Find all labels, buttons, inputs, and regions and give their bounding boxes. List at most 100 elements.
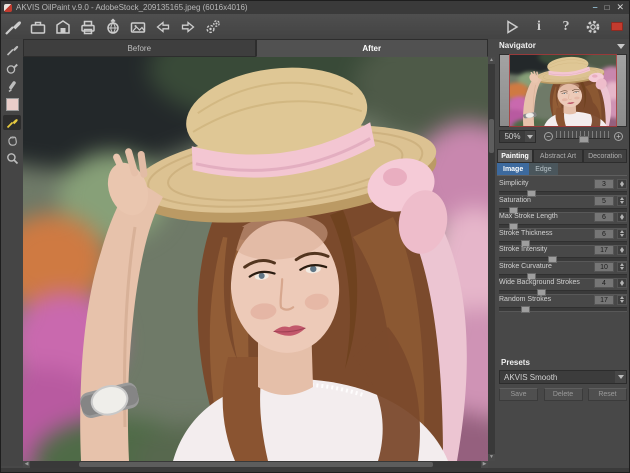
parameter-list: Simplicity 3 Saturation 5 Max Stroke Length 6… bbox=[499, 179, 627, 311]
open-image-button[interactable] bbox=[29, 18, 47, 36]
param-label-wide-background-strokes: Wide Background Strokes bbox=[499, 279, 580, 286]
tab-after[interactable]: After bbox=[256, 39, 489, 57]
param-label-stroke-curvature: Stroke Curvature bbox=[499, 263, 552, 270]
horizontal-scrollbar[interactable]: ◀ ▶ bbox=[23, 461, 488, 468]
swatch-color bbox=[6, 98, 19, 111]
view-tab-bar: Before After bbox=[23, 39, 488, 57]
blur-tool-icon[interactable] bbox=[3, 79, 21, 94]
quick-preview-icon[interactable] bbox=[3, 43, 21, 58]
param-spinner-stroke-curvature[interactable] bbox=[617, 262, 627, 272]
smudge-tool-icon[interactable] bbox=[3, 115, 21, 130]
vertical-scroll-thumb[interactable] bbox=[489, 119, 494, 153]
param-spinner-wide-background-strokes[interactable] bbox=[617, 278, 627, 288]
preset-select[interactable]: AKVIS Smooth bbox=[499, 370, 627, 384]
reset-preset-button[interactable]: Reset bbox=[588, 388, 627, 401]
window-title: AKVIS OilPaint v.9.0 - AdobeStock_209135… bbox=[16, 3, 248, 12]
param-spinner-max-stroke-length[interactable] bbox=[617, 212, 627, 222]
title-bar[interactable]: AKVIS OilPaint v.9.0 - AdobeStock_209135… bbox=[1, 1, 629, 14]
undo-icon[interactable] bbox=[154, 18, 172, 36]
param-value-wide-background-strokes[interactable]: 4 bbox=[594, 278, 614, 288]
param-value-random-strokes[interactable]: 17 bbox=[594, 295, 614, 305]
param-row-stroke-curvature: Stroke Curvature 10 bbox=[499, 262, 627, 279]
chevron-down-icon[interactable] bbox=[617, 44, 625, 49]
scroll-left-arrow[interactable]: ◀ bbox=[23, 461, 30, 468]
param-label-random-strokes: Random Strokes bbox=[499, 296, 551, 303]
zoom-select[interactable]: 50% bbox=[499, 130, 536, 143]
navigator-header[interactable]: Navigator bbox=[499, 41, 627, 53]
param-label-stroke-intensity: Stroke Intensity bbox=[499, 246, 547, 253]
zoom-tool-icon[interactable] bbox=[3, 151, 21, 166]
preset-selected-value: AKVIS Smooth bbox=[500, 373, 615, 382]
scroll-up-arrow[interactable]: ▲ bbox=[488, 57, 495, 64]
zoom-dropdown-arrow[interactable] bbox=[525, 131, 535, 142]
batch-processing-icon[interactable] bbox=[204, 18, 222, 36]
run-button[interactable] bbox=[503, 18, 521, 36]
help-button[interactable]: ? bbox=[557, 18, 575, 36]
param-row-simplicity: Simplicity 3 bbox=[499, 179, 627, 196]
param-label-max-stroke-length: Max Stroke Length bbox=[499, 213, 558, 220]
preferences-gear-icon[interactable] bbox=[584, 18, 602, 36]
app-window: AKVIS OilPaint v.9.0 - AdobeStock_209135… bbox=[0, 0, 630, 473]
param-slider-random-strokes[interactable] bbox=[499, 307, 627, 312]
param-value-stroke-curvature[interactable]: 10 bbox=[594, 262, 614, 272]
preset-dropdown-arrow[interactable] bbox=[615, 371, 626, 383]
tab-abstract-art[interactable]: Abstract Art bbox=[533, 149, 583, 163]
oil-painting-portrait bbox=[510, 55, 616, 126]
param-label-simplicity: Simplicity bbox=[499, 180, 529, 187]
tab-decoration[interactable]: Decoration bbox=[583, 149, 627, 163]
zoom-out-button[interactable]: − bbox=[544, 132, 553, 141]
param-row-random-strokes: Random Strokes 17 bbox=[499, 295, 627, 312]
param-row-stroke-intensity: Stroke Intensity 17 bbox=[499, 245, 627, 262]
param-value-max-stroke-length[interactable]: 6 bbox=[594, 212, 614, 222]
param-label-saturation: Saturation bbox=[499, 197, 531, 204]
tool-panel bbox=[1, 39, 23, 466]
param-row-stroke-thickness: Stroke Thickness 6 bbox=[499, 229, 627, 246]
param-row-saturation: Saturation 5 bbox=[499, 196, 627, 213]
param-value-stroke-thickness[interactable]: 6 bbox=[594, 229, 614, 239]
param-value-simplicity[interactable]: 3 bbox=[594, 179, 614, 189]
window-bottom-edge bbox=[1, 468, 629, 473]
info-button[interactable]: i bbox=[530, 18, 548, 36]
horizontal-scroll-thumb[interactable] bbox=[79, 462, 433, 467]
close-button[interactable]: ✕ bbox=[616, 3, 624, 12]
print-button[interactable] bbox=[79, 18, 97, 36]
image-canvas[interactable] bbox=[23, 57, 488, 461]
tab-before[interactable]: Before bbox=[23, 39, 256, 57]
hand-tool-icon[interactable] bbox=[3, 133, 21, 148]
navigator-preview-image[interactable] bbox=[510, 55, 616, 126]
oilpaint-brush-logo-icon bbox=[4, 18, 22, 36]
app-icon bbox=[4, 4, 12, 12]
param-value-stroke-intensity[interactable]: 17 bbox=[594, 245, 614, 255]
history-brush-icon[interactable] bbox=[3, 61, 21, 76]
param-spinner-stroke-intensity[interactable] bbox=[617, 245, 627, 255]
save-image-button[interactable] bbox=[54, 18, 72, 36]
param-spinner-saturation[interactable] bbox=[617, 196, 627, 206]
param-row-wide-background-strokes: Wide Background Strokes 4 bbox=[499, 278, 627, 295]
zoom-slider-thumb[interactable] bbox=[579, 136, 589, 143]
param-label-stroke-thickness: Stroke Thickness bbox=[499, 230, 553, 237]
scroll-right-arrow[interactable]: ▶ bbox=[481, 461, 488, 468]
scroll-down-arrow[interactable]: ▼ bbox=[488, 454, 495, 461]
param-spinner-random-strokes[interactable] bbox=[617, 295, 627, 305]
navigator-title: Navigator bbox=[499, 41, 536, 50]
akvis-logo-icon[interactable] bbox=[611, 22, 623, 31]
vertical-scrollbar[interactable]: ▲ ▼ bbox=[488, 57, 495, 461]
subtab-image[interactable]: Image bbox=[497, 163, 529, 175]
navigator-thumbnail[interactable] bbox=[499, 54, 627, 127]
minimize-button[interactable]: – bbox=[593, 3, 598, 12]
redo-icon[interactable] bbox=[179, 18, 197, 36]
param-spinner-simplicity[interactable] bbox=[617, 179, 627, 189]
share-button[interactable] bbox=[104, 18, 122, 36]
param-value-saturation[interactable]: 5 bbox=[594, 196, 614, 206]
delete-preset-button[interactable]: Delete bbox=[544, 388, 583, 401]
subtab-edge[interactable]: Edge bbox=[529, 163, 557, 175]
save-preset-button[interactable]: Save bbox=[499, 388, 538, 401]
preset-buttons: Save Delete Reset bbox=[499, 388, 627, 401]
maximize-button[interactable]: □ bbox=[605, 3, 610, 12]
zoom-in-button[interactable]: + bbox=[614, 132, 623, 141]
tab-painting[interactable]: Painting bbox=[497, 149, 533, 163]
post-image-button[interactable] bbox=[129, 18, 147, 36]
param-slider-handle-random-strokes[interactable] bbox=[521, 306, 530, 313]
color-swatch[interactable] bbox=[3, 97, 21, 112]
param-spinner-stroke-thickness[interactable] bbox=[617, 229, 627, 239]
